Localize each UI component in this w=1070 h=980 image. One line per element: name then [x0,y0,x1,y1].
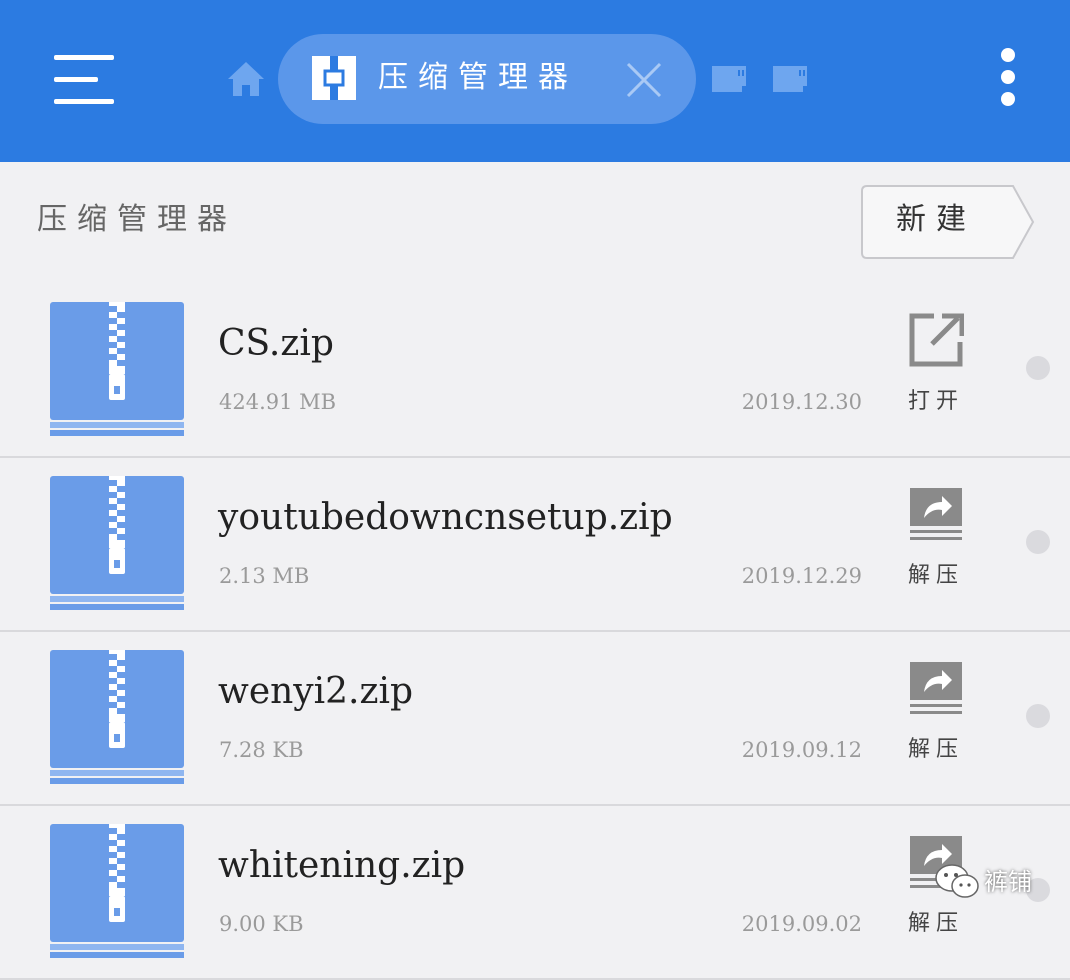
action-label: 解压 [907,911,964,936]
zip-file-icon [50,476,184,610]
page-title: 压缩管理器 [37,202,237,237]
close-icon[interactable] [624,60,664,100]
open-button[interactable]: 打开 [896,312,976,422]
watermark: 裤铺 [934,862,1054,902]
file-row[interactable]: youtubedowncnsetup.zip 2.13 MB 2019.12.2… [0,456,1070,632]
file-row[interactable]: wenyi2.zip 7.28 KB 2019.09.12 解压 [0,630,1070,806]
extract-icon [910,662,962,714]
extract-button[interactable]: 解压 [896,660,976,770]
file-date: 2019.12.29 [741,564,862,588]
extract-button[interactable]: 解压 [896,486,976,596]
file-row[interactable]: CS.zip 424.91 MB 2019.12.30 打开 [0,282,1070,458]
file-size: 424.91 MB [219,390,337,414]
tab-label: 压缩管理器 [378,60,578,95]
select-radio[interactable] [1026,704,1050,728]
extract-icon [910,488,962,540]
file-name: CS.zip [218,323,334,364]
file-date: 2019.09.02 [741,912,862,936]
more-vert-icon[interactable] [994,46,1022,112]
action-label: 打开 [907,389,964,414]
hamburger-menu-icon[interactable] [54,55,114,105]
home-icon[interactable] [226,60,266,98]
new-button[interactable]: 新建 [861,185,1035,259]
file-size: 2.13 MB [219,564,310,588]
file-size: 7.28 KB [219,738,304,762]
select-radio[interactable] [1026,356,1050,380]
file-name: wenyi2.zip [218,671,414,712]
zip-file-icon [50,650,184,784]
new-button-label: 新建 [896,202,976,237]
app-bar: 压缩管理器 [0,0,1070,162]
action-label: 解压 [907,563,964,588]
file-size: 9.00 KB [219,912,304,936]
action-label: 解压 [907,737,964,762]
zip-file-icon [50,824,184,958]
select-radio[interactable] [1026,530,1050,554]
tab-compress-manager[interactable]: 压缩管理器 [278,34,696,124]
file-row[interactable]: whitening.zip 9.00 KB 2019.09.02 解压 [0,804,1070,980]
file-name: whitening.zip [218,845,466,886]
sd-card-icon[interactable] [771,64,809,94]
compress-manager-icon [312,56,356,100]
sd-card-icon[interactable] [710,64,748,94]
open-external-icon [909,313,964,367]
file-date: 2019.12.30 [741,390,862,414]
watermark-text: 裤铺 [984,868,1032,896]
zip-file-icon [50,302,184,436]
wechat-icon [935,864,979,898]
file-date: 2019.09.12 [741,738,862,762]
file-name: youtubedowncnsetup.zip [218,497,673,538]
